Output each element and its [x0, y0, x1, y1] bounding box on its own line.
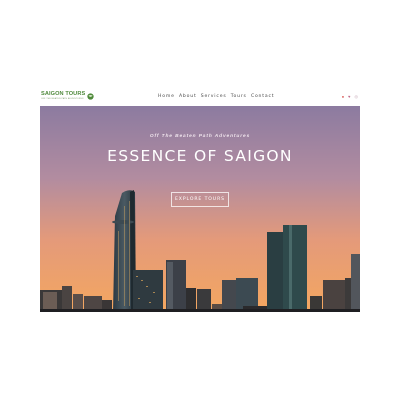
facebook-icon[interactable]: ●	[342, 94, 344, 99]
nav-tours[interactable]: Tours	[231, 94, 247, 99]
explore-tours-button[interactable]: EXPLORE TOURS	[171, 192, 229, 207]
logo-subtitle: OFF THE BEATEN PATH ADVENTURES	[41, 98, 84, 101]
instagram-icon[interactable]: ◎	[355, 94, 359, 99]
nav-services[interactable]: Services	[201, 94, 227, 99]
logo-name: SAIGON TOURS	[41, 91, 86, 97]
nav-home[interactable]: Home	[158, 94, 175, 99]
page: SAIGON TOURS OFF THE BEATEN PATH ADVENTU…	[40, 89, 360, 312]
hero-tagline: Off The Beaten Path Adventures	[149, 134, 251, 139]
globe-icon	[87, 92, 94, 100]
logo[interactable]: SAIGON TOURS OFF THE BEATEN PATH ADVENTU…	[41, 91, 94, 101]
hero-title: ESSENCE OF SAIGON	[107, 147, 293, 165]
navbar: SAIGON TOURS OFF THE BEATEN PATH ADVENTU…	[40, 89, 360, 106]
twitter-icon[interactable]: ♥	[348, 94, 350, 99]
main-menu: Home About Services Tours Contact	[158, 94, 274, 99]
nav-contact[interactable]: Contact	[251, 94, 274, 99]
social-links: ● ♥ ◎	[342, 94, 358, 99]
nav-about[interactable]: About	[179, 94, 197, 99]
hero-banner: Off The Beaten Path Adventures ESSENCE O…	[40, 106, 360, 312]
logo-text: SAIGON TOURS OFF THE BEATEN PATH ADVENTU…	[41, 91, 86, 101]
